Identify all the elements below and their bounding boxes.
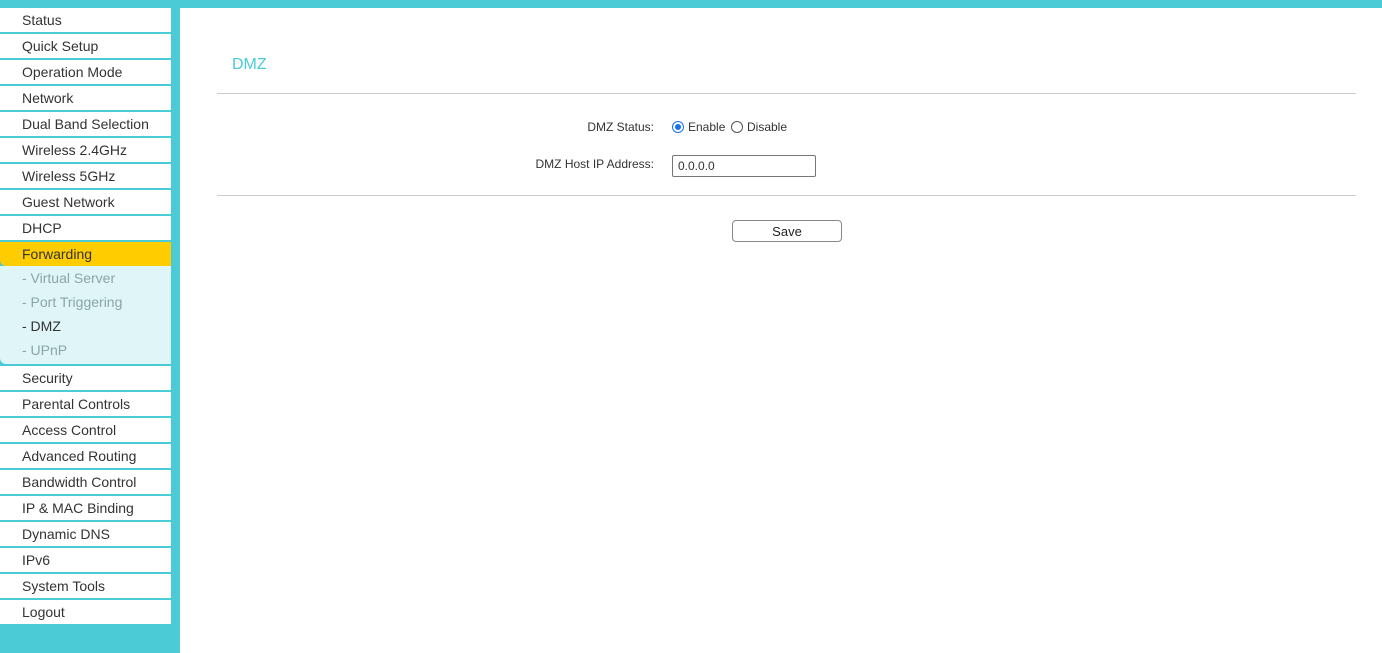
sidebar-item-network[interactable]: Network <box>0 86 171 110</box>
sidebar-item-parental-controls[interactable]: Parental Controls <box>0 392 171 416</box>
sidebar-item-guest-network[interactable]: Guest Network <box>0 190 171 214</box>
sidebar-item-advanced-routing[interactable]: Advanced Routing <box>0 444 171 468</box>
sidebar-item-ipv6[interactable]: IPv6 <box>0 548 171 572</box>
sidebar-item-system-tools[interactable]: System Tools <box>0 574 171 598</box>
sidebar-item-access-control[interactable]: Access Control <box>0 418 171 442</box>
sidebar-item-operation-mode[interactable]: Operation Mode <box>0 60 171 84</box>
forwarding-submenu: - Virtual Server - Port Triggering - DMZ… <box>0 266 171 364</box>
sidebar-item-wireless-5ghz[interactable]: Wireless 5GHz <box>0 164 171 188</box>
sidebar-item-dynamic-dns[interactable]: Dynamic DNS <box>0 522 171 546</box>
sidebar-subitem-upnp[interactable]: - UPnP <box>0 338 171 362</box>
dmz-status-label: DMZ Status: <box>587 120 654 134</box>
enable-label[interactable]: Enable <box>688 120 725 134</box>
disable-radio[interactable] <box>731 121 743 133</box>
sidebar-item-wireless-2-4ghz[interactable]: Wireless 2.4GHz <box>0 138 171 162</box>
sidebar-item-bandwidth-control[interactable]: Bandwidth Control <box>0 470 171 494</box>
sidebar-subitem-virtual-server[interactable]: - Virtual Server <box>0 266 171 290</box>
main-content: DMZ DMZ Status: Enable Disable DMZ Host … <box>180 8 1382 653</box>
save-button[interactable]: Save <box>732 220 842 242</box>
divider <box>217 93 1356 94</box>
sidebar-menu: Status Quick Setup Operation Mode Network Du… <box>0 8 171 626</box>
sidebar-item-forwarding[interactable]: Forwarding <box>0 242 171 266</box>
sidebar-item-dual-band-selection[interactable]: Dual Band Selection <box>0 112 171 136</box>
host-ip-input[interactable] <box>672 155 816 177</box>
sidebar-item-quick-setup[interactable]: Quick Setup <box>0 34 171 58</box>
sidebar-item-security[interactable]: Security <box>0 366 171 390</box>
sidebar-subitem-dmz[interactable]: - DMZ <box>0 314 171 338</box>
divider <box>217 195 1356 196</box>
sidebar-item-ip-mac-binding[interactable]: IP & MAC Binding <box>0 496 171 520</box>
sidebar-item-logout[interactable]: Logout <box>0 600 171 624</box>
enable-radio[interactable] <box>672 121 684 133</box>
sidebar-item-status[interactable]: Status <box>0 8 171 32</box>
host-ip-label: DMZ Host IP Address: <box>535 157 654 171</box>
sidebar-subitem-port-triggering[interactable]: - Port Triggering <box>0 290 171 314</box>
page-title: DMZ <box>232 56 267 73</box>
disable-label[interactable]: Disable <box>747 120 787 134</box>
sidebar-item-dhcp[interactable]: DHCP <box>0 216 171 240</box>
